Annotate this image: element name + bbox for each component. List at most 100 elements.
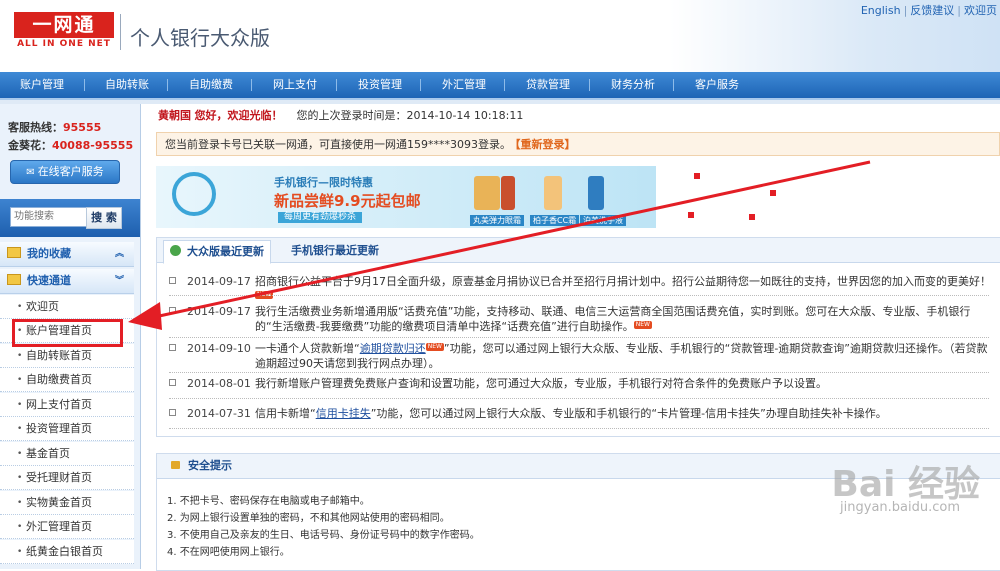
news-date: 2014-07-31: [187, 407, 251, 420]
watermark-url: jingyan.baidu.com: [840, 500, 960, 515]
news-date: 2014-09-10: [187, 342, 251, 355]
nav-payment[interactable]: 自助缴费: [189, 72, 233, 98]
last-login-time: 2014-10-14 10:18:11: [406, 109, 524, 122]
news-text: 招商银行公益平台于9月17日全面升级，原壹基金月捐协议已合并至招行月捐计划中。招…: [255, 275, 991, 288]
nav-investment[interactable]: 投资管理: [358, 72, 402, 98]
chat-icon: ✉: [26, 167, 35, 178]
sidebar-item-gold[interactable]: 实物黄金首页: [0, 491, 134, 515]
overdue-loan-link[interactable]: 逾期贷款归还: [360, 342, 426, 355]
news-text-pre: 一卡通个人贷款新增“: [255, 342, 360, 355]
sidebar-item-welcome[interactable]: 欢迎页: [0, 295, 134, 319]
bullet-icon: [169, 307, 176, 314]
banner-line1: 手机银行—限时特惠: [274, 176, 373, 189]
logo-mark: 一网通: [14, 12, 114, 38]
news-date: 2014-09-17: [187, 305, 251, 318]
hotline: 客服热线：95555: [8, 119, 101, 135]
folder-icon: [7, 247, 21, 258]
bullet-icon: [169, 344, 176, 351]
nav-loan[interactable]: 贷款管理: [526, 72, 570, 98]
search-input[interactable]: [10, 207, 88, 227]
sidebar-item-investment[interactable]: 投资管理首页: [0, 417, 134, 441]
divider: [169, 295, 989, 296]
divider: [169, 337, 989, 338]
lock-icon: [171, 461, 180, 469]
nav-separator: [589, 79, 590, 91]
product-image: [474, 176, 500, 210]
greeting: 您好，欢迎光临！: [194, 109, 283, 122]
logo-sub: ALL IN ONE NET: [17, 39, 111, 49]
clock-icon: [172, 172, 216, 216]
logo[interactable]: 一网通 ALL IN ONE NET: [14, 12, 114, 52]
nav-separator: [167, 79, 168, 91]
product-image: [544, 176, 562, 210]
hotline-number: 95555: [63, 121, 102, 134]
nav-separator: [336, 79, 337, 91]
updates-panel: 大众版最近更新 手机银行最近更新 2014-09-17 招商银行公益平台于9月1…: [156, 237, 1000, 437]
sidebar-item-paper-gold[interactable]: 纸黄金白银首页: [0, 540, 134, 564]
red-mark: [749, 214, 755, 220]
card-loss-link[interactable]: 信用卡挂失: [316, 407, 371, 420]
nav-forex[interactable]: 外汇管理: [442, 72, 486, 98]
link-feedback[interactable]: 反馈建议: [907, 4, 957, 17]
news-text: ”功能，您可以通过网上银行大众版、专业版和手机银行的“卡片管理-信用卡挂失”办理…: [370, 407, 887, 420]
safety-tip: 1. 不把卡号、密码保存在电脑或电子邮箱中。: [167, 496, 370, 507]
nav-finance[interactable]: 财务分析: [611, 72, 655, 98]
sidebar-item-online-pay[interactable]: 网上支付首页: [0, 393, 134, 417]
online-service-button[interactable]: ✉ 在线客户服务: [10, 160, 120, 184]
product-image: [501, 176, 515, 210]
hotline-label: 客服热线：: [8, 121, 63, 134]
promo-banner[interactable]: 手机银行—限时特惠 新品尝鲜9.9元起包邮 每周更有劲爆秒杀 丸美弹力眼霜 柏子…: [156, 166, 656, 228]
divider: [169, 372, 989, 373]
safety-tip: 4. 不在网吧使用网上银行。: [167, 547, 290, 558]
tabs-row: 大众版最近更新 手机银行最近更新: [157, 238, 1000, 264]
divider: [169, 428, 989, 429]
news-date: 2014-09-17: [187, 275, 251, 288]
header-divider: [120, 14, 121, 50]
nav-account[interactable]: 账户管理: [20, 72, 64, 98]
sidebar-item-forex[interactable]: 外汇管理首页: [0, 515, 134, 539]
top-links: English | 反馈建议 | 欢迎页: [858, 2, 1000, 18]
sidebar-item-payment[interactable]: 自助缴费首页: [0, 368, 134, 392]
news-text: 我行生活缴费业务新增通用版“话费充值”功能，支持移动、联通、电信三大运营商全国范…: [255, 305, 971, 333]
favorites-header[interactable]: 我的收藏 ︽: [0, 242, 134, 267]
nav-online-pay[interactable]: 网上支付: [273, 72, 317, 98]
main-nav: 账户管理 自助转账 自助缴费 网上支付 投资管理 外汇管理 贷款管理 财务分析 …: [0, 72, 1000, 100]
nav-separator: [504, 79, 505, 91]
nav-separator: [251, 79, 252, 91]
product-image: [588, 176, 604, 210]
nav-service[interactable]: 客户服务: [695, 72, 739, 98]
quick-access-header[interactable]: 快速通道 ︾: [0, 269, 134, 294]
bullet-icon: [169, 379, 176, 386]
sidebar-item-fund[interactable]: 基金首页: [0, 442, 134, 466]
refresh-icon: [170, 245, 181, 256]
red-mark: [688, 212, 694, 218]
bullet-icon: [169, 277, 176, 284]
gold-label: 金葵花：: [8, 139, 52, 152]
gold-hotline: 金葵花：40088-95555: [8, 137, 133, 153]
link-welcome[interactable]: 欢迎页: [961, 4, 1000, 17]
online-service-label: 在线客户服务: [37, 165, 104, 178]
divider: [169, 398, 989, 399]
new-badge: NEW: [425, 343, 444, 351]
nav-transfer[interactable]: 自助转账: [105, 72, 149, 98]
folder-icon: [7, 274, 21, 285]
news-date: 2014-08-01: [187, 377, 251, 390]
sidebar-item-wealth[interactable]: 受托理财首页: [0, 466, 134, 490]
tab-mobile-updates[interactable]: 手机银行最近更新: [285, 240, 385, 262]
link-english[interactable]: English: [858, 4, 904, 17]
banner-line2: 新品尝鲜9.9元起包邮: [274, 192, 421, 210]
highlight-box: [12, 319, 123, 347]
banner-line3: 每周更有劲爆秒杀: [278, 212, 363, 223]
header: 一网通 ALL IN ONE NET 个人银行大众版: [0, 0, 1000, 72]
login-notice-text: 您当前登录卡号已关联一网通，可直接使用一网通159****3093登录。: [165, 138, 511, 151]
relogin-link[interactable]: 【重新登录】: [515, 138, 576, 151]
chevron-down-icon: ︾: [114, 276, 124, 286]
new-badge: NEW: [633, 321, 652, 329]
chevron-up-icon: ︽: [114, 249, 124, 259]
last-login-label: 您的上次登录时间是：: [296, 109, 407, 122]
news-text-pre: 信用卡新增“: [255, 407, 316, 420]
red-mark: [770, 190, 776, 196]
sidebar-item-transfer[interactable]: 自助转账首页: [0, 344, 134, 368]
search-button[interactable]: 搜 索: [86, 207, 122, 229]
tab-public-updates[interactable]: 大众版最近更新: [163, 240, 271, 264]
